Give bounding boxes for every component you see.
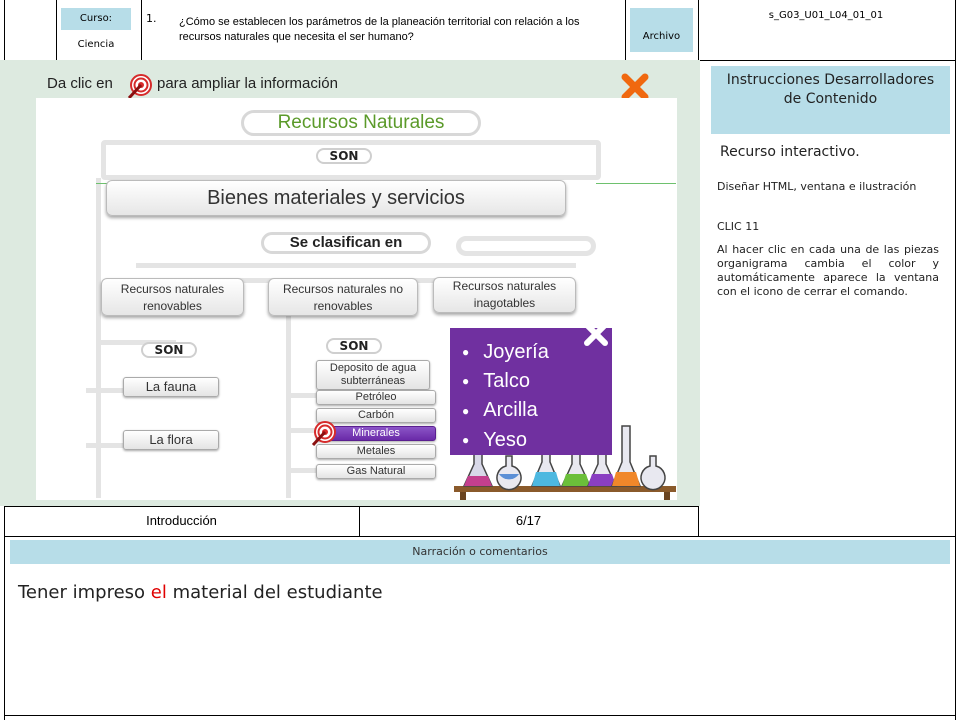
instructions-p3: Al hacer clic en cada una de las piezas … — [717, 243, 939, 298]
clasifican-label: Se clasifican en — [261, 232, 431, 254]
course-value: Ciencia — [77, 39, 115, 50]
node-deposito[interactable]: Deposito de agua subterráneas — [316, 360, 430, 390]
table-border-right — [955, 0, 956, 720]
table-border-bottom — [4, 715, 956, 716]
node-fauna[interactable]: La fauna — [123, 377, 219, 397]
instructions-subtitle: Recurso interactivo. — [720, 144, 860, 160]
slide-code: s_G03_U01_L04_01_01 — [768, 10, 884, 21]
bienes-node[interactable]: Bienes materiales y servicios — [106, 180, 566, 216]
course-label: Curso: — [61, 8, 131, 30]
instruction-suffix: para ampliar la información — [157, 75, 338, 92]
green-guide-line — [596, 183, 676, 184]
target-click-icon — [126, 74, 152, 100]
son-label-1: SON — [316, 148, 372, 164]
slide-canvas: Da clic en para ampliar la información R… — [0, 60, 700, 506]
popup-item: ● Yeso — [462, 428, 527, 451]
page-number: 6/17 — [515, 513, 542, 528]
category-no-renovables[interactable]: Recursos naturales no renovables — [268, 278, 418, 316]
narration-label: Narración o comentarios — [10, 540, 950, 564]
node-flora[interactable]: La flora — [123, 430, 219, 450]
narration-divider — [4, 536, 956, 537]
col-divider-1 — [56, 0, 57, 60]
col-divider-3 — [625, 0, 626, 60]
diagram-title: Recursos Naturales — [241, 110, 481, 136]
popup-item: ● Talco — [462, 370, 530, 393]
popup-item: ● Arcilla — [462, 399, 538, 422]
file-label: Archivo — [630, 8, 693, 52]
instructions-p1: Diseñar HTML, ventana e ilustración — [717, 180, 917, 193]
instructions-p2: CLIC 11 — [717, 220, 760, 233]
popup-close-icon[interactable] — [582, 320, 610, 348]
instructions-title: Instrucciones Desarrolladores de Conteni… — [711, 66, 950, 134]
narration-text: Tener impreso el material del estudiante — [18, 582, 383, 603]
instruction-prefix: Da clic en — [47, 75, 113, 92]
category-inagotables[interactable]: Recursos naturales inagotables — [433, 277, 576, 313]
section-label: Introducción — [146, 513, 217, 528]
son-label-2: SON — [141, 342, 197, 358]
category-renovables[interactable]: Recursos naturales renovables — [101, 278, 244, 316]
son-label-3: SON — [326, 338, 382, 354]
node-gas-natural[interactable]: Gas Natural — [316, 464, 436, 479]
question-number: 1. — [146, 12, 157, 25]
node-petroleo[interactable]: Petróleo — [316, 390, 436, 405]
question-text: ¿Cómo se establecen los parámetros de la… — [179, 16, 580, 43]
target-click-icon — [310, 421, 336, 447]
col-divider-2 — [141, 0, 142, 60]
